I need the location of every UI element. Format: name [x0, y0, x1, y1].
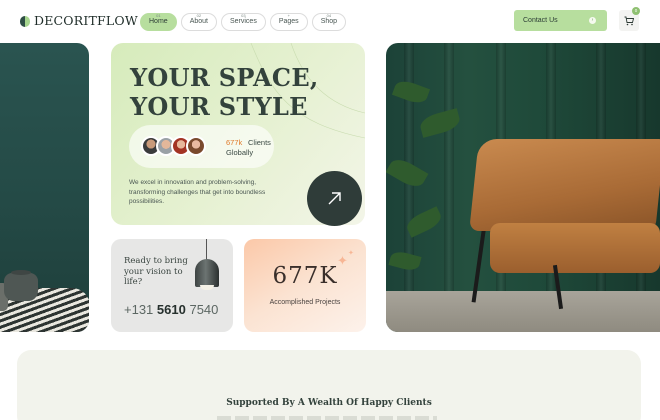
- arrow-up-right-icon: [328, 192, 341, 205]
- nav-item-about[interactable]: 02 About: [180, 13, 217, 31]
- site-header: DECORITFLOW 01 Home 02 About 03 Services…: [0, 0, 660, 42]
- phone-prefix: +131: [124, 302, 154, 317]
- plant-leaf: [388, 249, 422, 273]
- hero-description: We excel in innovation and problem-solvi…: [129, 179, 266, 205]
- cart-icon: [624, 16, 634, 26]
- nav-item-home[interactable]: 01 Home: [140, 13, 177, 31]
- clients-heading: Supported By A Wealth Of Happy Clients: [226, 398, 432, 408]
- logo[interactable]: DECORITFLOW: [20, 13, 138, 28]
- nav-item-services[interactable]: 03 Services: [220, 13, 266, 31]
- interior-image-right: [386, 43, 660, 332]
- main-nav: 01 Home 02 About 03 Services + Pages 04 …: [140, 13, 347, 31]
- avatar: [186, 136, 206, 156]
- client-avatars: [141, 136, 206, 156]
- nav-number: 04: [326, 13, 332, 18]
- curtain-fold: [444, 43, 454, 332]
- floor: [386, 291, 660, 332]
- explore-arrow-button[interactable]: [307, 171, 362, 226]
- clients-section: Supported By A Wealth Of Happy Clients: [17, 350, 641, 420]
- phone-number[interactable]: +131 5610 7540: [124, 302, 218, 317]
- phone-suffix: 7540: [189, 302, 219, 317]
- stat-label: Accomplished Projects: [269, 299, 341, 306]
- clients-pill: 677k Clients Globally: [129, 125, 274, 168]
- lamp-bulb: [200, 285, 214, 290]
- interior-image-left: [0, 43, 89, 332]
- nav-item-shop[interactable]: 04 Shop: [311, 13, 347, 31]
- clients-subtext-faded: [217, 416, 437, 420]
- call-card: Ready to bring your vision to life? +131…: [111, 239, 233, 332]
- lamp-cord: [206, 239, 207, 261]
- pendant-lamp: [195, 259, 219, 287]
- clients-label: Clients: [248, 138, 271, 147]
- contact-us-button[interactable]: Contact Us ›: [514, 10, 607, 31]
- contact-us-label: Contact Us: [523, 17, 558, 24]
- logo-mark-icon: [20, 15, 30, 27]
- ceramic-vase: [4, 270, 38, 301]
- stat-card: ✦ ✦ 677K Accomplished Projects: [244, 239, 366, 332]
- arrow-right-icon: ›: [589, 17, 596, 24]
- plant-leaf: [418, 108, 462, 138]
- hero-title-line-2: YOUR STYLE: [130, 92, 308, 121]
- stat-number: 677K: [272, 263, 338, 289]
- nav-number: +: [287, 13, 290, 18]
- cart-count-badge: 0: [632, 7, 640, 15]
- logo-text: DECORITFLOW: [34, 13, 138, 28]
- phone-bold: 5610: [156, 302, 186, 317]
- hero-title: YOUR SPACE, YOUR STYLE: [130, 63, 330, 121]
- chair-seat: [490, 223, 660, 273]
- nav-number: 01: [156, 13, 161, 18]
- nav-number: 02: [196, 13, 202, 18]
- cart-button[interactable]: 0: [619, 7, 640, 31]
- sparkle-icon: ✦: [348, 250, 354, 257]
- hero-title-line-1: YOUR SPACE,: [130, 63, 319, 92]
- call-text: Ready to bring your vision to life?: [124, 256, 188, 287]
- chair-backrest: [469, 139, 660, 231]
- nav-number: 03: [241, 13, 246, 18]
- nav-item-pages[interactable]: + Pages: [269, 13, 308, 31]
- clients-sub: Globally: [226, 148, 254, 157]
